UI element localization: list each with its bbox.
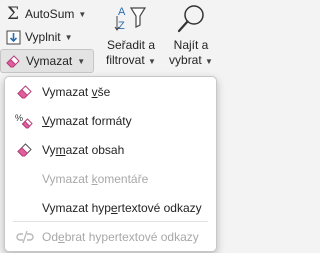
chevron-down-icon: ▼ (205, 57, 213, 66)
menu-item-label: Odebrat hypertextové odkazy (42, 230, 199, 244)
fill-button[interactable]: Vyplnit ▼ (4, 26, 73, 48)
access-key: V (42, 114, 50, 128)
svg-text:A: A (118, 6, 126, 18)
menu-item-remove-hyperlinks: Odebrat hypertextové odkazy (5, 223, 216, 251)
label-part: Od (42, 230, 59, 244)
autosum-button[interactable]: Σ AutoSum ▼ (4, 3, 86, 25)
autosum-label: AutoSum (25, 7, 75, 21)
svg-text:Z: Z (118, 20, 125, 32)
clear-dropdown-menu: Vymazat vše % Vymazat formáty Vymazat ob… (4, 76, 217, 252)
menu-item-label: Vymazat komentáře (42, 172, 148, 186)
ribbon-editing-group: Σ AutoSum ▼ Vyplnit ▼ Vymazat ▼ A Z Seřa… (0, 0, 223, 74)
menu-item-label: Vymazat hypertextové odkazy (42, 201, 202, 215)
sort-filter-button[interactable]: A Z Seřadit a filtrovat ▼ (102, 2, 160, 72)
access-key: e (58, 230, 65, 244)
chevron-down-icon: ▼ (148, 57, 156, 66)
chevron-down-icon: ▼ (64, 32, 73, 42)
label-part: azat obsah (65, 143, 125, 157)
fill-label: Vyplnit (25, 30, 61, 44)
menu-item-clear-all[interactable]: Vymazat vše (5, 78, 216, 106)
sort-filter-label-line1: Seřadit a (106, 38, 156, 52)
chevron-down-icon: ▼ (77, 56, 86, 66)
menu-item-clear-contents[interactable]: Vymazat obsah (5, 136, 216, 164)
magnifier-icon (162, 2, 220, 36)
label-part: še (97, 85, 111, 99)
label-part: Vymazat (42, 172, 92, 186)
find-select-label-line2: vybrat (169, 53, 202, 67)
label-part: Vymazat (42, 85, 92, 99)
sort-filter-label-line2: filtrovat (106, 53, 145, 67)
sort-filter-icon: A Z (102, 2, 160, 36)
label-part: rtextové odkazy (117, 201, 202, 215)
eraser-icon (15, 82, 35, 102)
find-select-button[interactable]: Najít a vybrat ▼ (162, 2, 220, 72)
clear-formats-icon: % (15, 111, 35, 131)
label-part: Vymazat hyp (42, 201, 111, 215)
svg-text:%: % (15, 113, 23, 123)
eraser-icon (5, 54, 21, 68)
menu-item-clear-hyperlinks[interactable]: Vymazat hypertextové odkazy (5, 194, 216, 222)
menu-item-label: Vymazat vše (42, 85, 110, 99)
menu-item-clear-formats[interactable]: % Vymazat formáty (5, 107, 216, 135)
label-part: Vy (42, 143, 56, 157)
remove-link-icon (15, 227, 35, 247)
fill-down-icon (4, 30, 22, 45)
eraser-icon (15, 140, 35, 160)
chevron-down-icon: ▼ (78, 9, 87, 19)
menu-item-label: Vymazat formáty (42, 114, 132, 128)
clear-button[interactable]: Vymazat ▼ (0, 49, 94, 73)
access-key: e (110, 201, 118, 215)
clear-label: Vymazat (26, 54, 73, 68)
access-key: m (55, 143, 66, 157)
menu-item-label: Vymazat obsah (42, 143, 124, 157)
sigma-icon: Σ (6, 4, 20, 24)
menu-item-clear-comments: Vymazat komentáře (5, 165, 216, 193)
label-part: brat hypertextové odkazy (64, 230, 199, 244)
find-select-label-line1: Najít a (173, 38, 209, 52)
label-part: ymazat formáty (49, 114, 132, 128)
label-part: omentáře (97, 172, 149, 186)
